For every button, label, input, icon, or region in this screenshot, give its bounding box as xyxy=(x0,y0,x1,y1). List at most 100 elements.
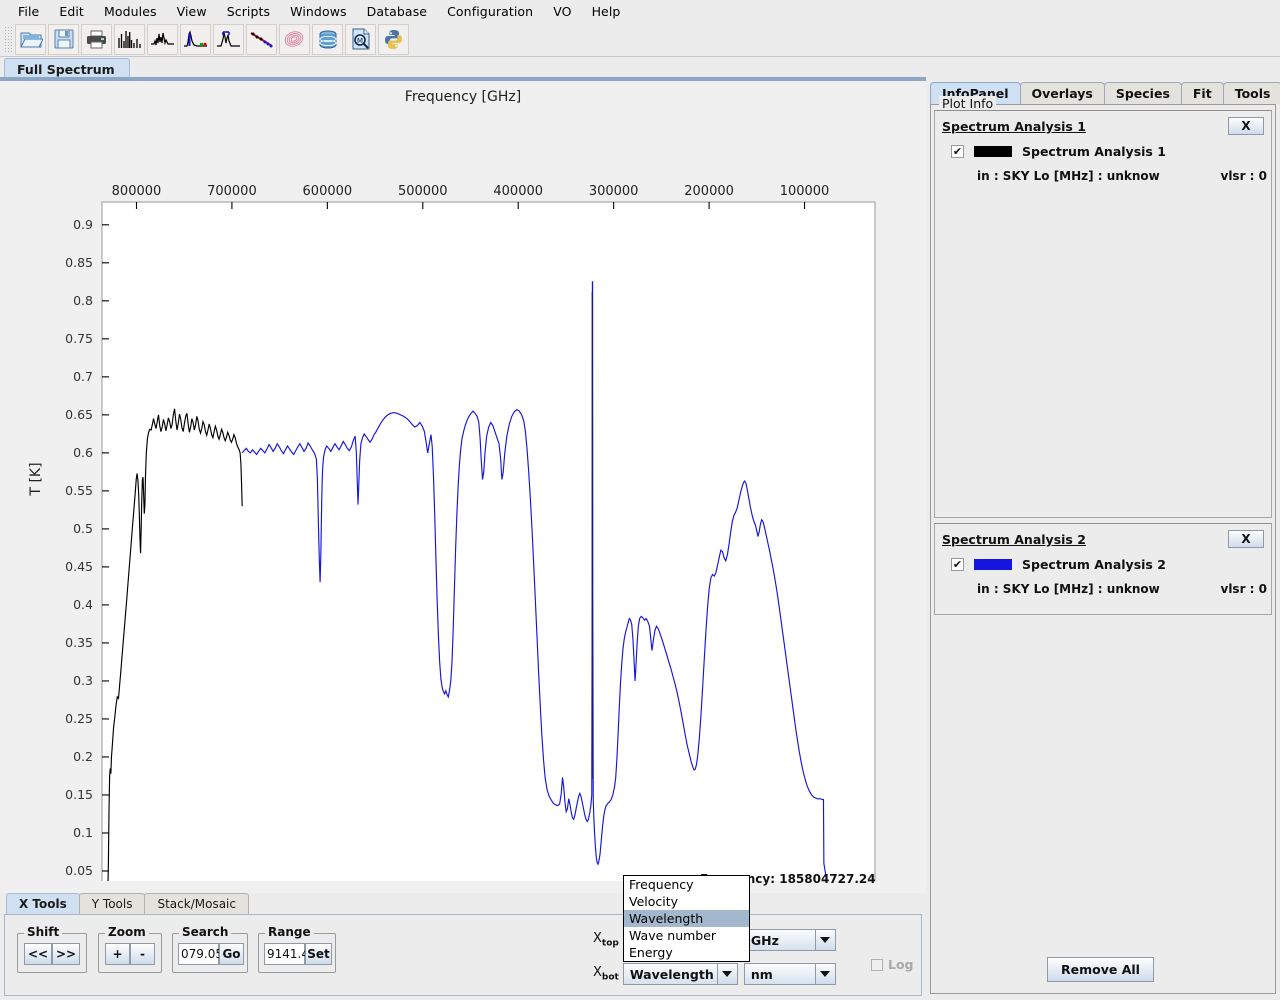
print-icon[interactable] xyxy=(81,23,112,55)
main-tab-bar: Full Spectrum xyxy=(0,57,926,79)
spectrum-icon[interactable] xyxy=(147,23,178,55)
shift-next-button[interactable]: >> xyxy=(52,943,80,965)
menu-item-file[interactable]: File xyxy=(8,2,49,21)
xbot-axis-select[interactable]: Wavelength xyxy=(622,963,738,985)
menu-item-vo[interactable]: VO xyxy=(543,2,581,21)
menu-item-edit[interactable]: Edit xyxy=(49,2,94,21)
spectrum-entry-1: Spectrum Analysis 1 X ✔ Spectrum Analysi… xyxy=(934,110,1272,518)
log-checkbox[interactable] xyxy=(871,958,883,971)
spectrum-entry-2-meta: in : SKY Lo [MHz] : unknow vlsr : 0 xyxy=(977,582,1267,596)
range-input[interactable]: 9141.4 xyxy=(264,943,309,965)
remove-all-button[interactable]: Remove All xyxy=(1047,957,1154,982)
spectrum-plot[interactable]: 5001000150020002500300035004000800000700… xyxy=(0,81,926,881)
zoom-in-button[interactable]: + xyxy=(105,943,130,965)
dropdown-option-velocity[interactable]: Velocity xyxy=(624,893,749,910)
right-tab-fit[interactable]: Fit xyxy=(1180,82,1224,104)
dropdown-option-wavelength[interactable]: Wavelength xyxy=(624,910,749,927)
spectrum-entry-1-name: Spectrum Analysis 1 xyxy=(1022,144,1166,159)
menu-bar: File Edit Modules View Scripts Windows Databas… xyxy=(0,0,1280,22)
menu-item-windows[interactable]: Windows xyxy=(280,2,357,21)
range-set-button[interactable]: Set xyxy=(305,943,332,965)
svg-text:M: M xyxy=(356,37,362,45)
spectrum-entry-2-color-swatch[interactable] xyxy=(974,559,1012,570)
line-list-icon[interactable] xyxy=(114,23,145,55)
plot-panel: Frequency [GHz] Wavelength [nm] T [K] 50… xyxy=(0,79,926,893)
spectrum-entry-2-meta-right: vlsr : 0 xyxy=(1220,582,1268,596)
open-file-icon[interactable] xyxy=(15,23,46,55)
xtop-unit-value: GHz xyxy=(750,932,779,948)
spectrum-entry-2: Spectrum Analysis 2 X ✔ Spectrum Analysi… xyxy=(934,523,1272,615)
y-tick-label: 0.9 xyxy=(73,217,93,232)
xtop-unit-select[interactable]: GHz xyxy=(743,929,836,951)
spectrum-entry-1-meta: in : SKY Lo [MHz] : unknow vlsr : 0 xyxy=(977,169,1267,183)
rings-icon[interactable] xyxy=(279,23,310,55)
plot-info-group: Plot Info Spectrum Analysis 1 X ✔ Spectr… xyxy=(930,96,1276,994)
bottom-tools-panel: X Tools Y Tools Stack/Mosaic Shift << >> Z… xyxy=(0,893,926,1000)
shift-prev-button[interactable]: << xyxy=(24,943,52,965)
dropdown-option-wave-number[interactable]: Wave number xyxy=(624,927,749,944)
shift-group: Shift << >> xyxy=(17,925,87,973)
menu-item-configuration[interactable]: Configuration xyxy=(437,2,543,21)
zoom-out-button[interactable]: - xyxy=(130,943,155,965)
chevron-down-icon[interactable] xyxy=(814,930,835,950)
dropdown-option-energy[interactable]: Energy xyxy=(624,944,749,961)
spectrum-entry-2-title: Spectrum Analysis 2 xyxy=(942,532,1086,547)
range-group-label: Range xyxy=(265,925,314,939)
bottom-tab-x-tools[interactable]: X Tools xyxy=(6,893,80,914)
y-tick-label: 0.65 xyxy=(65,407,93,422)
right-tab-species[interactable]: Species xyxy=(1103,82,1182,104)
spectrum-entry-1-title: Spectrum Analysis 1 xyxy=(942,119,1086,134)
chevron-down-icon[interactable] xyxy=(814,964,835,984)
xbot-row: Xbot Wavelength nm xyxy=(593,963,836,985)
right-panel: InfoPanel Overlays Species Fit Tools Plot In… xyxy=(926,79,1280,1000)
axis-type-dropdown-menu[interactable]: Frequency Velocity Wavelength Wave number En… xyxy=(623,875,750,962)
search-go-button[interactable]: Go xyxy=(219,943,244,965)
bottom-tab-y-tools[interactable]: Y Tools xyxy=(78,893,146,914)
log-label: Log xyxy=(888,957,914,972)
xtop-label: Xtop xyxy=(593,931,619,949)
application-window: File Edit Modules View Scripts Windows Databas… xyxy=(0,0,1280,1000)
y-tick-label: 0.4 xyxy=(73,597,93,612)
y-tick-label: 0.15 xyxy=(65,787,93,802)
range-group: Range 9141.4 Set xyxy=(258,925,336,973)
dropdown-option-frequency[interactable]: Frequency xyxy=(624,876,749,893)
right-tab-tools[interactable]: Tools xyxy=(1222,82,1280,104)
chevron-down-icon[interactable] xyxy=(716,964,737,984)
top-axis-tick-label: 300000 xyxy=(589,184,639,199)
search-input[interactable]: 079.05 xyxy=(178,943,223,965)
menu-item-help[interactable]: Help xyxy=(582,2,631,21)
y-tick-label: 0.7 xyxy=(73,369,93,384)
y-tick-label: 0.35 xyxy=(65,635,93,650)
spectrum-entry-1-close-button[interactable]: X xyxy=(1228,117,1264,135)
toolbar-drag-handle[interactable] xyxy=(4,26,12,52)
y-tick-label: 0.1 xyxy=(73,825,93,840)
menu-item-modules[interactable]: Modules xyxy=(94,2,167,21)
top-axis-tick-label: 500000 xyxy=(398,184,448,199)
peak-select-icon[interactable] xyxy=(213,23,244,55)
spectrum-entry-1-meta-left: in : SKY Lo [MHz] : unknow xyxy=(977,169,1160,183)
database-icon[interactable] xyxy=(312,23,343,55)
zoom-group: Zoom + - xyxy=(98,925,162,973)
save-icon[interactable] xyxy=(48,23,79,55)
menu-item-database[interactable]: Database xyxy=(357,2,437,21)
y-tick-label: 0.3 xyxy=(73,673,93,688)
plot-frame xyxy=(101,201,876,881)
right-tab-overlays[interactable]: Overlays xyxy=(1019,82,1105,104)
y-tick-label: 0.8 xyxy=(73,293,93,308)
log-scale-toggle[interactable]: Log xyxy=(871,957,914,972)
spectrum-entry-2-visibility-checkbox[interactable]: ✔ xyxy=(951,558,964,571)
menu-item-view[interactable]: View xyxy=(167,2,217,21)
regression-icon[interactable] xyxy=(246,23,277,55)
python-icon[interactable] xyxy=(378,23,409,55)
spectrum-entry-2-close-button[interactable]: X xyxy=(1228,530,1264,548)
xbot-unit-select[interactable]: nm xyxy=(743,963,836,985)
spectrum-entry-1-visibility-checkbox[interactable]: ✔ xyxy=(951,145,964,158)
query-document-icon[interactable]: M xyxy=(345,23,376,55)
menu-item-scripts[interactable]: Scripts xyxy=(217,2,280,21)
spectrum-entry-1-color-swatch[interactable] xyxy=(974,146,1012,157)
spectrum-entry-1-meta-right: vlsr : 0 xyxy=(1220,169,1268,183)
peak-fit-icon[interactable] xyxy=(180,23,211,55)
bottom-tab-bar: X Tools Y Tools Stack/Mosaic xyxy=(6,893,249,914)
bottom-tab-stack-mosaic[interactable]: Stack/Mosaic xyxy=(144,893,249,914)
tab-full-spectrum[interactable]: Full Spectrum xyxy=(4,58,130,79)
